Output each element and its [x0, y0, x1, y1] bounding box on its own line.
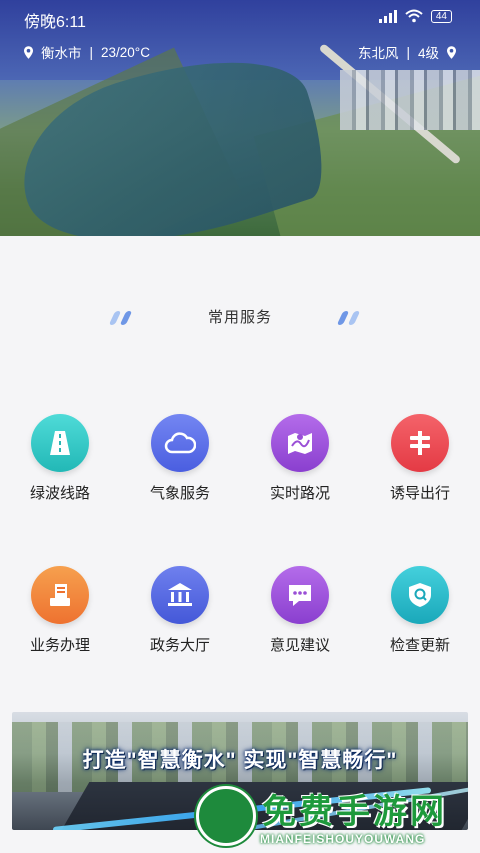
separator: | [406, 44, 410, 60]
service-label: 业务办理 [29, 637, 90, 654]
service-feedback[interactable]: 意见建议 [240, 566, 360, 655]
chat-bubble-icon [271, 566, 329, 624]
banner-slogan: 打造"智慧衡水" 实现"智慧畅行" [82, 749, 398, 772]
service-guided-travel[interactable]: 诱导出行 [360, 414, 480, 503]
cloud-icon [151, 414, 209, 472]
site-watermark: 免费手游网 MIANFEISHOUYOUWANG [180, 780, 480, 853]
hero-aerial-image [0, 0, 480, 236]
service-realtime-traffic[interactable]: 实时路况 [240, 414, 360, 503]
service-row-1: 绿波线路 气象服务 实时路况 诱导出行 [0, 414, 480, 503]
signpost-icon [391, 414, 449, 472]
city-name: 衡水市 [41, 46, 82, 61]
service-government-hall[interactable]: 政务大厅 [120, 566, 240, 655]
status-bar: 傍晚6:11 44 [0, 0, 480, 34]
watermark-title: 免费手游网 [262, 793, 447, 831]
separator: | [89, 44, 94, 60]
service-label: 气象服务 [149, 485, 210, 502]
battery-icon: 44 [430, 9, 452, 23]
location-pin-icon[interactable] [447, 45, 456, 59]
weather-bar: 衡水市 | 23/20°C 东北风 | 4级 [0, 38, 480, 62]
wifi-icon [405, 9, 423, 23]
service-label: 诱导出行 [389, 485, 450, 502]
watermark-subtitle: MIANFEISHOUYOUWANG [260, 832, 426, 846]
road-icon [31, 414, 89, 472]
watermark-logo-icon [196, 786, 256, 846]
service-weather[interactable]: 气象服务 [120, 414, 240, 503]
service-check-update[interactable]: 检查更新 [360, 566, 480, 655]
service-label: 政务大厅 [149, 637, 210, 654]
cellular-signal-icon [378, 9, 397, 23]
service-row-2: 业务办理 政务大厅 意见建议 检查更新 [0, 566, 480, 655]
service-label: 检查更新 [389, 637, 450, 654]
government-building-icon [151, 566, 209, 624]
temperature: 23/20°C [101, 44, 150, 60]
update-check-icon [391, 566, 449, 624]
wind-level: 4级 [417, 46, 439, 61]
title-decoration-right [336, 311, 361, 325]
service-green-wave-route[interactable]: 绿波线路 [0, 414, 120, 503]
service-business-handling[interactable]: 业务办理 [0, 566, 120, 655]
service-label: 绿波线路 [29, 485, 90, 502]
map-icon [271, 414, 329, 472]
location-pin-icon [24, 45, 33, 59]
service-label: 意见建议 [269, 637, 330, 654]
city-skyline [340, 70, 480, 130]
service-label: 实时路况 [269, 485, 330, 502]
document-stack-icon [31, 566, 89, 624]
wind-direction: 东北风 [357, 46, 399, 61]
status-time: 傍晚6:11 [24, 14, 86, 31]
section-title: 常用服务 [207, 309, 272, 326]
